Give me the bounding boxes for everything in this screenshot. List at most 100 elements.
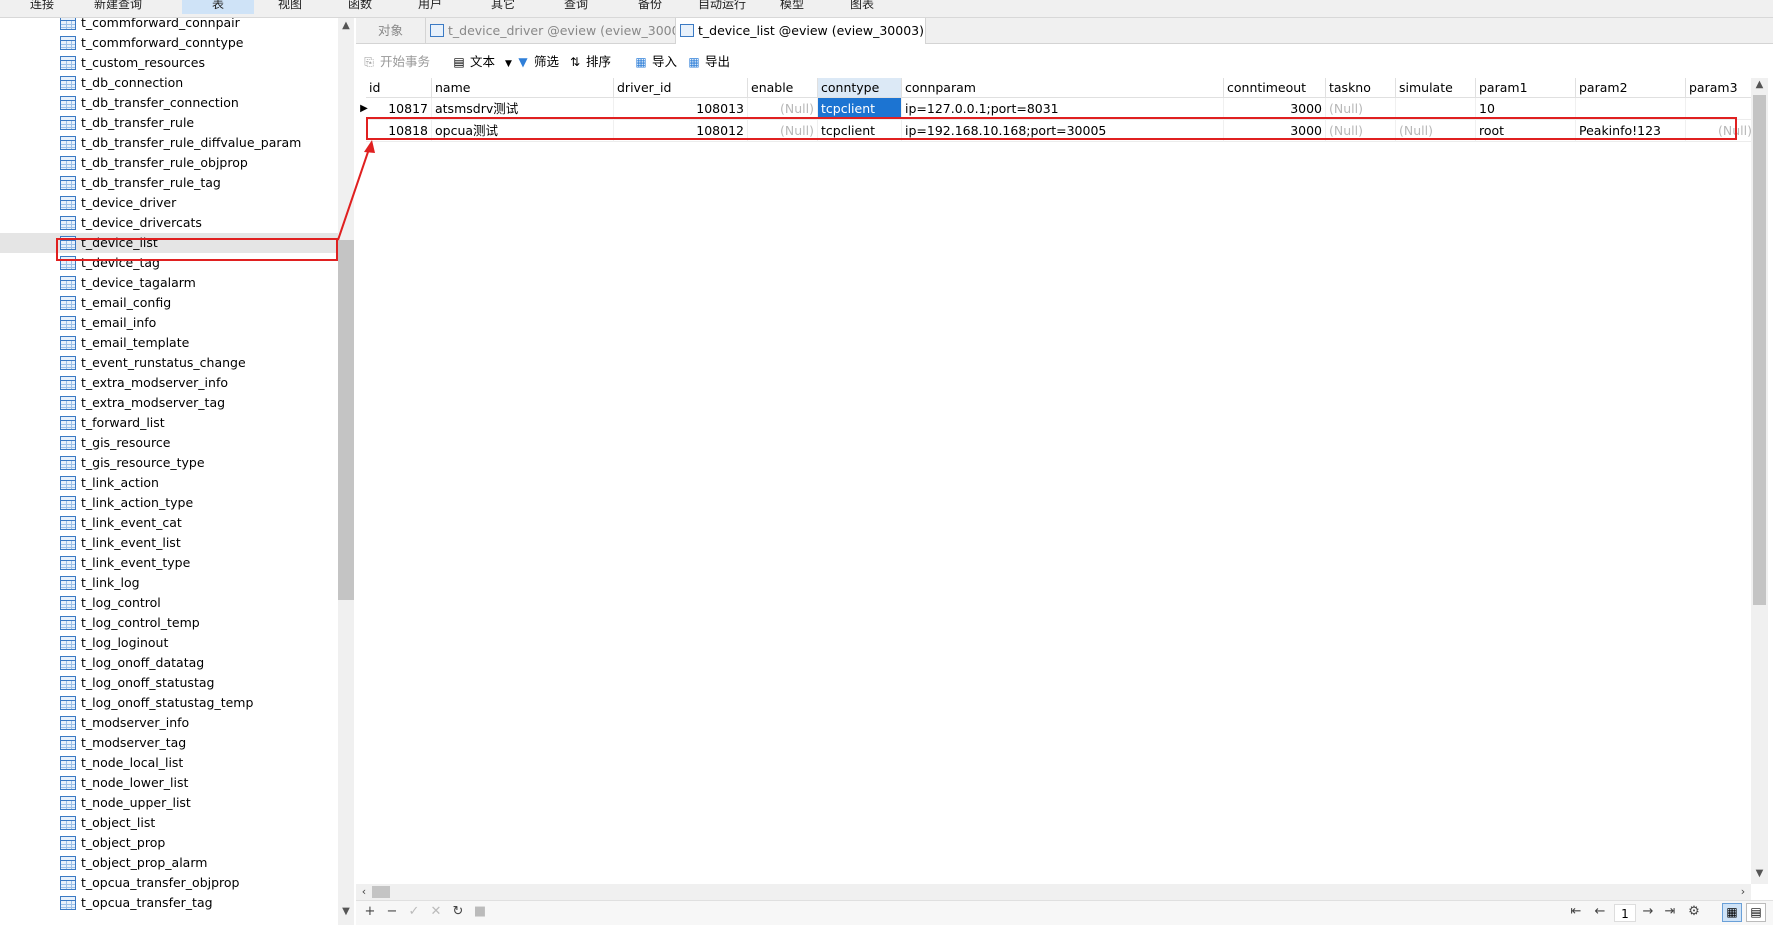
column-header-id[interactable]: id <box>366 78 432 98</box>
scroll-up-arrow-icon[interactable]: ▲ <box>338 20 354 34</box>
previous-page-icon[interactable]: ← <box>1592 904 1608 920</box>
table-item[interactable]: t_link_log <box>0 573 338 593</box>
grid-scroll-down-icon[interactable]: ▼ <box>1751 868 1768 882</box>
table-item[interactable]: t_db_transfer_rule_diffvalue_param <box>0 133 338 153</box>
table-item[interactable]: t_db_transfer_connection <box>0 93 338 113</box>
table-item[interactable]: t_log_control <box>0 593 338 613</box>
tab-device-list[interactable]: t_device_list @eview (eview_30003) - ... <box>676 18 926 44</box>
menu-user[interactable]: 用户 <box>410 0 450 14</box>
menu-automation[interactable]: 自动运行 <box>690 0 754 14</box>
menu-query[interactable]: 查询 <box>556 0 596 14</box>
table-item[interactable]: t_node_lower_list <box>0 773 338 793</box>
table-item[interactable]: t_device_drivercats <box>0 213 338 233</box>
table-item[interactable]: t_link_event_type <box>0 553 338 573</box>
table-item[interactable]: t_log_onoff_statustag_temp <box>0 693 338 713</box>
grid-scroll-left-icon[interactable]: ‹ <box>357 884 371 900</box>
table-item[interactable]: t_extra_modserver_info <box>0 373 338 393</box>
form-view-button[interactable]: ▤ <box>1746 903 1766 922</box>
table-item[interactable]: t_event_runstatus_change <box>0 353 338 373</box>
first-page-icon[interactable]: ⇤ <box>1568 904 1584 920</box>
table-item[interactable]: t_link_event_cat <box>0 513 338 533</box>
table-item[interactable]: t_email_template <box>0 333 338 353</box>
menu-chart[interactable]: 图表 <box>842 0 882 14</box>
menu-view[interactable]: 视图 <box>270 0 310 14</box>
table-item[interactable]: t_modserver_tag <box>0 733 338 753</box>
table-item[interactable]: t_commforward_conntype <box>0 33 338 53</box>
column-header-conntimeout[interactable]: conntimeout <box>1224 78 1326 98</box>
add-record-icon[interactable]: + <box>362 904 378 920</box>
table-item[interactable]: t_db_transfer_rule_tag <box>0 173 338 193</box>
tab-objects[interactable]: 对象 <box>356 18 426 44</box>
stop-icon[interactable]: ■ <box>472 904 488 920</box>
menu-table[interactable]: 表 <box>182 0 254 14</box>
column-header-name[interactable]: name <box>432 78 614 98</box>
table-item[interactable]: t_opcua_transfer_tag <box>0 893 338 913</box>
grid-scroll-up-icon[interactable]: ▲ <box>1751 79 1768 93</box>
begin-transaction-button[interactable]: ⎘ 开始事务 <box>362 53 430 71</box>
column-header-simulate[interactable]: simulate <box>1396 78 1476 98</box>
text-button[interactable]: ▤ 文本 ▼ <box>452 53 512 71</box>
table-item[interactable]: t_log_control_temp <box>0 613 338 633</box>
last-page-icon[interactable]: ⇥ <box>1662 904 1678 920</box>
column-header-connparam[interactable]: connparam <box>902 78 1224 98</box>
filter-button[interactable]: ▼ 筛选 <box>516 53 559 71</box>
table-item[interactable]: t_modserver_info <box>0 713 338 733</box>
menu-model[interactable]: 模型 <box>772 0 812 14</box>
sidebar-scroll-thumb[interactable] <box>338 240 354 600</box>
menu-other[interactable]: 其它 <box>483 0 523 14</box>
table-item[interactable]: t_gis_resource_type <box>0 453 338 473</box>
table-item[interactable]: t_device_tagalarm <box>0 273 338 293</box>
table-item[interactable]: t_custom_resources <box>0 53 338 73</box>
column-header-taskno[interactable]: taskno <box>1326 78 1396 98</box>
table-item[interactable]: t_object_list <box>0 813 338 833</box>
page-number-field[interactable]: 1 <box>1614 904 1636 922</box>
menu-new-query[interactable]: 新建查询 <box>88 0 148 14</box>
table-item[interactable]: t_email_info <box>0 313 338 333</box>
gear-icon[interactable]: ⚙ <box>1686 904 1702 920</box>
table-item[interactable]: t_node_local_list <box>0 753 338 773</box>
menu-function[interactable]: 函数 <box>340 0 380 14</box>
table-item[interactable]: t_log_loginout <box>0 633 338 653</box>
scroll-down-arrow-icon[interactable]: ▼ <box>338 906 354 920</box>
grid-horizontal-scroll-thumb[interactable] <box>372 886 390 898</box>
export-button[interactable]: ▦ 导出 <box>687 53 730 71</box>
grid-vertical-scroll-thumb[interactable] <box>1753 95 1766 605</box>
table-item[interactable]: t_link_action <box>0 473 338 493</box>
grid-scroll-right-icon[interactable]: › <box>1736 884 1750 900</box>
table-item[interactable]: t_link_event_list <box>0 533 338 553</box>
table-item[interactable]: t_gis_resource <box>0 433 338 453</box>
table-item[interactable]: t_object_prop_alarm <box>0 853 338 873</box>
apply-changes-icon[interactable]: ✓ <box>406 904 422 920</box>
table-item[interactable]: t_forward_list <box>0 413 338 433</box>
column-header-param2[interactable]: param2 <box>1576 78 1686 98</box>
discard-changes-icon[interactable]: ✕ <box>428 904 444 920</box>
table-item[interactable]: t_commforward_connpair <box>0 18 338 33</box>
menu-connect[interactable]: 连接 <box>22 0 62 14</box>
table-item[interactable]: t_log_onoff_statustag <box>0 673 338 693</box>
table-item[interactable]: t_device_driver <box>0 193 338 213</box>
grid-horizontal-scrollbar[interactable] <box>356 884 1751 900</box>
tab-device-driver[interactable]: t_device_driver @eview (eview_30003... <box>426 18 676 44</box>
table-item[interactable]: t_object_prop <box>0 833 338 853</box>
delete-record-icon[interactable]: − <box>384 904 400 920</box>
table-item[interactable]: t_db_connection <box>0 73 338 93</box>
table-item[interactable]: t_node_upper_list <box>0 793 338 813</box>
next-page-icon[interactable]: → <box>1640 904 1656 920</box>
grid-view-button[interactable]: ▦ <box>1722 903 1742 922</box>
column-header-enable[interactable]: enable <box>748 78 818 98</box>
column-header-param3[interactable]: param3 <box>1686 78 1751 98</box>
column-header-driver_id[interactable]: driver_id <box>614 78 748 98</box>
menu-backup[interactable]: 备份 <box>630 0 670 14</box>
table-item[interactable]: t_db_transfer_rule <box>0 113 338 133</box>
table-item[interactable]: t_opcua_transfer_objprop <box>0 873 338 893</box>
table-item[interactable]: t_log_onoff_datatag <box>0 653 338 673</box>
refresh-icon[interactable]: ↻ <box>450 904 466 920</box>
column-header-param1[interactable]: param1 <box>1476 78 1576 98</box>
sort-button[interactable]: ⇅ 排序 <box>568 53 611 71</box>
table-item[interactable]: t_link_action_type <box>0 493 338 513</box>
import-button[interactable]: ▦ 导入 <box>634 53 677 71</box>
table-item[interactable]: t_db_transfer_rule_objprop <box>0 153 338 173</box>
table-item[interactable]: t_extra_modserver_tag <box>0 393 338 413</box>
column-header-conntype[interactable]: conntype <box>818 78 902 98</box>
table-item[interactable]: t_email_config <box>0 293 338 313</box>
